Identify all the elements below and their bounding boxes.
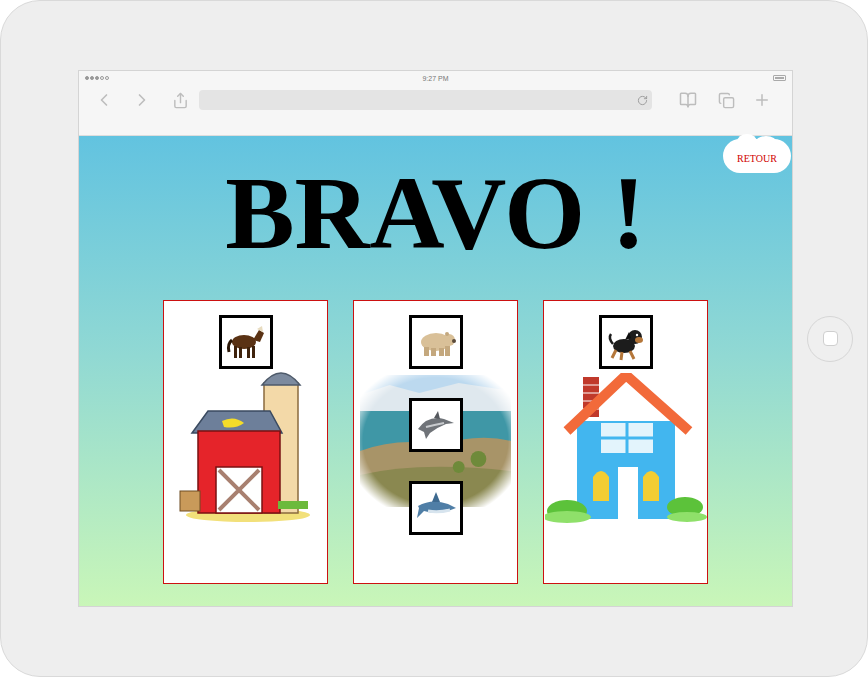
share-icon[interactable]: [172, 92, 189, 109]
animal-tile[interactable]: [409, 315, 463, 369]
new-tab-icon[interactable]: [753, 91, 771, 109]
page-heading: BRAVO !: [225, 161, 646, 265]
nature-card: [353, 300, 518, 584]
bear-icon: [414, 320, 458, 364]
animal-tile[interactable]: [409, 481, 463, 535]
animal-tile[interactable]: [409, 398, 463, 452]
shark-icon: [414, 486, 458, 530]
forward-icon[interactable]: [132, 90, 152, 110]
house-card: [543, 300, 708, 584]
home-button[interactable]: [807, 316, 853, 362]
battery-icon: [773, 75, 786, 81]
horse-icon: [224, 320, 268, 364]
tablet-frame: 9:27 PM RETOUR BRAVO !: [0, 0, 868, 677]
animal-tiles: [219, 315, 273, 369]
farm-card: [163, 300, 328, 584]
game-page: RETOUR BRAVO !: [79, 136, 792, 606]
signal-icon: [85, 76, 115, 80]
card-row: [163, 300, 708, 584]
house-picture: [545, 373, 707, 525]
status-time: 9:27 PM: [422, 75, 448, 82]
browser-toolbar: [79, 88, 792, 112]
dog-icon: [604, 320, 648, 364]
bookmarks-icon[interactable]: [679, 91, 697, 109]
tabs-icon[interactable]: [718, 92, 735, 109]
barn-picture: [178, 363, 314, 523]
browser-chrome: 9:27 PM: [79, 71, 792, 136]
animal-tiles: [599, 315, 653, 369]
address-bar[interactable]: [199, 90, 652, 110]
back-icon[interactable]: [94, 90, 114, 110]
tablet-screen: 9:27 PM RETOUR BRAVO !: [78, 70, 793, 607]
dolphin-icon: [414, 403, 458, 447]
back-button[interactable]: RETOUR: [723, 139, 791, 173]
animal-tiles: [409, 315, 463, 535]
status-bar: 9:27 PM: [79, 71, 792, 85]
reload-icon[interactable]: [637, 95, 648, 106]
animal-tile[interactable]: [219, 315, 273, 369]
animal-tile[interactable]: [599, 315, 653, 369]
